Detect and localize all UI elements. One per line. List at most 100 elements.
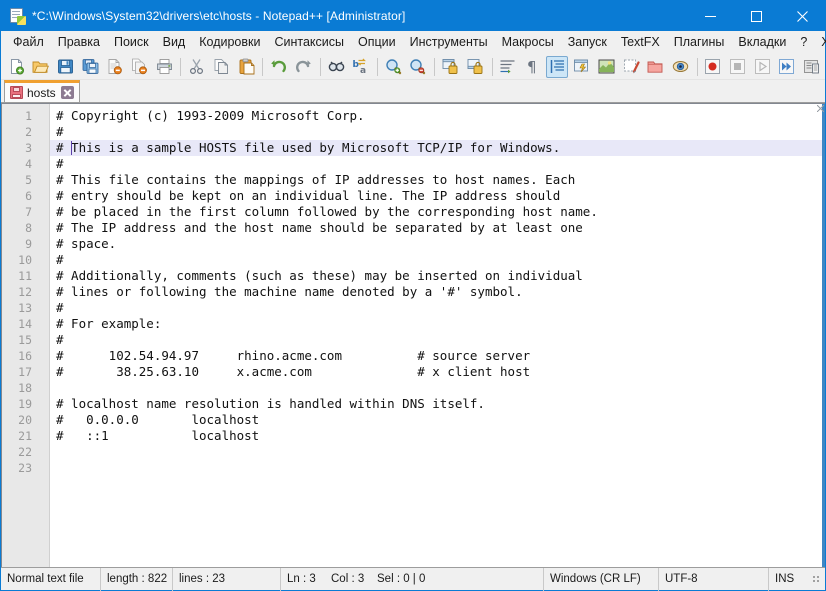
menu-plugins[interactable]: Плагины — [667, 32, 732, 54]
run-macro-multiple-icon[interactable] — [776, 56, 799, 78]
fold-margin[interactable] — [36, 104, 50, 567]
title-bar: *C:\Windows\System32\drivers\etc\hosts -… — [1, 1, 825, 31]
code-line[interactable]: # be placed in the first column followed… — [50, 204, 825, 220]
paste-icon[interactable] — [235, 56, 258, 78]
copy-icon[interactable] — [210, 56, 233, 78]
line-number: 22 — [18, 445, 32, 459]
code-line[interactable]: # — [50, 300, 825, 316]
cut-icon[interactable] — [185, 56, 208, 78]
line-number: 21 — [18, 429, 32, 443]
menu-tools[interactable]: Инструменты — [403, 32, 495, 54]
code-line[interactable]: # This is a sample HOSTS file used by Mi… — [50, 140, 825, 156]
menu-window[interactable]: Вкладки — [731, 32, 793, 54]
code-line[interactable]: # — [50, 332, 825, 348]
tab-bar: hosts — [1, 80, 825, 103]
close-document-button[interactable]: X — [814, 32, 826, 54]
close-tab-icon[interactable] — [60, 86, 74, 99]
line-number: 11 — [18, 269, 32, 283]
save-all-icon[interactable] — [79, 56, 102, 78]
sync-horizontal-scroll-icon[interactable] — [464, 56, 487, 78]
close-file-icon[interactable] — [104, 56, 127, 78]
tab-hosts[interactable]: hosts — [4, 80, 80, 102]
new-file-icon[interactable] — [5, 56, 28, 78]
code-line[interactable]: # — [50, 156, 825, 172]
tab-label: hosts — [27, 85, 56, 100]
code-line[interactable]: # Additionally, comments (such as these)… — [50, 268, 825, 284]
code-line[interactable] — [50, 460, 825, 476]
code-line[interactable]: # — [50, 124, 825, 140]
menu-macro[interactable]: Макросы — [495, 32, 561, 54]
menu-textfx[interactable]: TextFX — [614, 32, 667, 54]
menu-run[interactable]: Запуск — [561, 32, 614, 54]
code-line[interactable]: # Copyright (c) 1993-2009 Microsoft Corp… — [50, 108, 825, 124]
code-line[interactable] — [50, 444, 825, 460]
code-line[interactable]: # For example: — [50, 316, 825, 332]
zoom-in-icon[interactable] — [382, 56, 405, 78]
folder-as-workspace-icon[interactable] — [644, 56, 667, 78]
close-all-files-icon[interactable] — [128, 56, 151, 78]
find-icon[interactable] — [325, 56, 348, 78]
code-text[interactable]: # Copyright (c) 1993-2009 Microsoft Corp… — [50, 104, 825, 567]
print-icon[interactable] — [153, 56, 176, 78]
menu-encoding[interactable]: Кодировки — [192, 32, 267, 54]
editor-area: 1 2 3 4 5 6 7 8 9 10 11 12 13 14 15 16 17 18 19 20 21 22 23 # … — [1, 103, 825, 567]
menu-search[interactable]: Поиск — [107, 32, 156, 54]
show-indent-guide-icon[interactable] — [545, 55, 569, 78]
monitoring-icon[interactable] — [669, 56, 692, 78]
separator-3 — [319, 57, 321, 76]
minimize-button[interactable] — [687, 1, 733, 31]
window-title: *C:\Windows\System32\drivers\etc\hosts -… — [32, 9, 406, 23]
save-macro-icon[interactable] — [800, 56, 823, 78]
play-macro-icon[interactable] — [751, 56, 774, 78]
user-defined-dialog-icon[interactable] — [570, 56, 593, 78]
line-number: 17 — [18, 365, 32, 379]
menu-edit[interactable]: Правка — [51, 32, 107, 54]
zoom-out-icon[interactable] — [407, 56, 430, 78]
status-encoding[interactable]: UTF-8 — [659, 567, 769, 591]
svg-text:¶: ¶ — [527, 58, 537, 75]
record-macro-icon[interactable] — [702, 56, 725, 78]
redo-icon[interactable] — [292, 56, 315, 78]
show-all-characters-icon[interactable]: ¶ — [521, 56, 544, 78]
menu-help[interactable]: ? — [793, 32, 814, 54]
vertical-scrollbar[interactable] — [822, 104, 825, 567]
document-map-icon[interactable] — [595, 56, 618, 78]
svg-text:a: a — [360, 66, 366, 75]
menu-view[interactable]: Вид — [156, 32, 193, 54]
word-wrap-icon[interactable] — [497, 56, 520, 78]
line-number-column: 1 2 3 4 5 6 7 8 9 10 11 12 13 14 15 16 17 18 19 20 21 22 23 — [2, 104, 36, 567]
code-line[interactable]: # The IP address and the host name shoul… — [50, 220, 825, 236]
code-line[interactable] — [50, 380, 825, 396]
stop-macro-icon[interactable] — [726, 56, 749, 78]
function-list-icon[interactable] — [620, 56, 643, 78]
menu-settings[interactable]: Опции — [351, 32, 403, 54]
status-eol-format[interactable]: Windows (CR LF) — [544, 567, 659, 591]
close-button[interactable] — [779, 1, 825, 31]
code-line[interactable]: # lines or following the machine name de… — [50, 284, 825, 300]
sync-vertical-scroll-icon[interactable] — [439, 56, 462, 78]
code-line[interactable]: # 102.54.94.97 rhino.acme.com # source s… — [50, 348, 825, 364]
replace-icon[interactable]: b a — [349, 56, 372, 78]
editor-gutter: 1 2 3 4 5 6 7 8 9 10 11 12 13 14 15 16 17 18 19 20 21 22 23 — [2, 104, 50, 567]
code-line[interactable]: # space. — [50, 236, 825, 252]
status-selection: Sel : 0 | 0 — [371, 567, 544, 591]
undo-icon[interactable] — [267, 56, 290, 78]
open-file-icon[interactable] — [30, 56, 53, 78]
line-number: 8 — [25, 221, 32, 235]
line-number: 15 — [18, 333, 32, 347]
code-line[interactable]: # 38.25.63.10 x.acme.com # x client host — [50, 364, 825, 380]
code-line[interactable]: # This file contains the mappings of IP … — [50, 172, 825, 188]
menu-language[interactable]: Синтаксисы — [267, 32, 351, 54]
code-line[interactable]: # localhost name resolution is handled w… — [50, 396, 825, 412]
status-document-type[interactable]: Normal text file — [1, 567, 101, 591]
code-line[interactable]: # — [50, 252, 825, 268]
save-icon[interactable] — [54, 56, 77, 78]
menu-file[interactable]: Файл — [6, 32, 51, 54]
code-line[interactable]: # 0.0.0.0 localhost — [50, 412, 825, 428]
separator-7 — [696, 57, 698, 76]
code-line[interactable]: # entry should be kept on an individual … — [50, 188, 825, 204]
status-insert-mode[interactable]: INS — [769, 568, 809, 591]
maximize-button[interactable] — [733, 1, 779, 31]
resize-grip-icon[interactable] — [809, 572, 823, 586]
code-line[interactable]: # ::1 localhost — [50, 428, 825, 444]
